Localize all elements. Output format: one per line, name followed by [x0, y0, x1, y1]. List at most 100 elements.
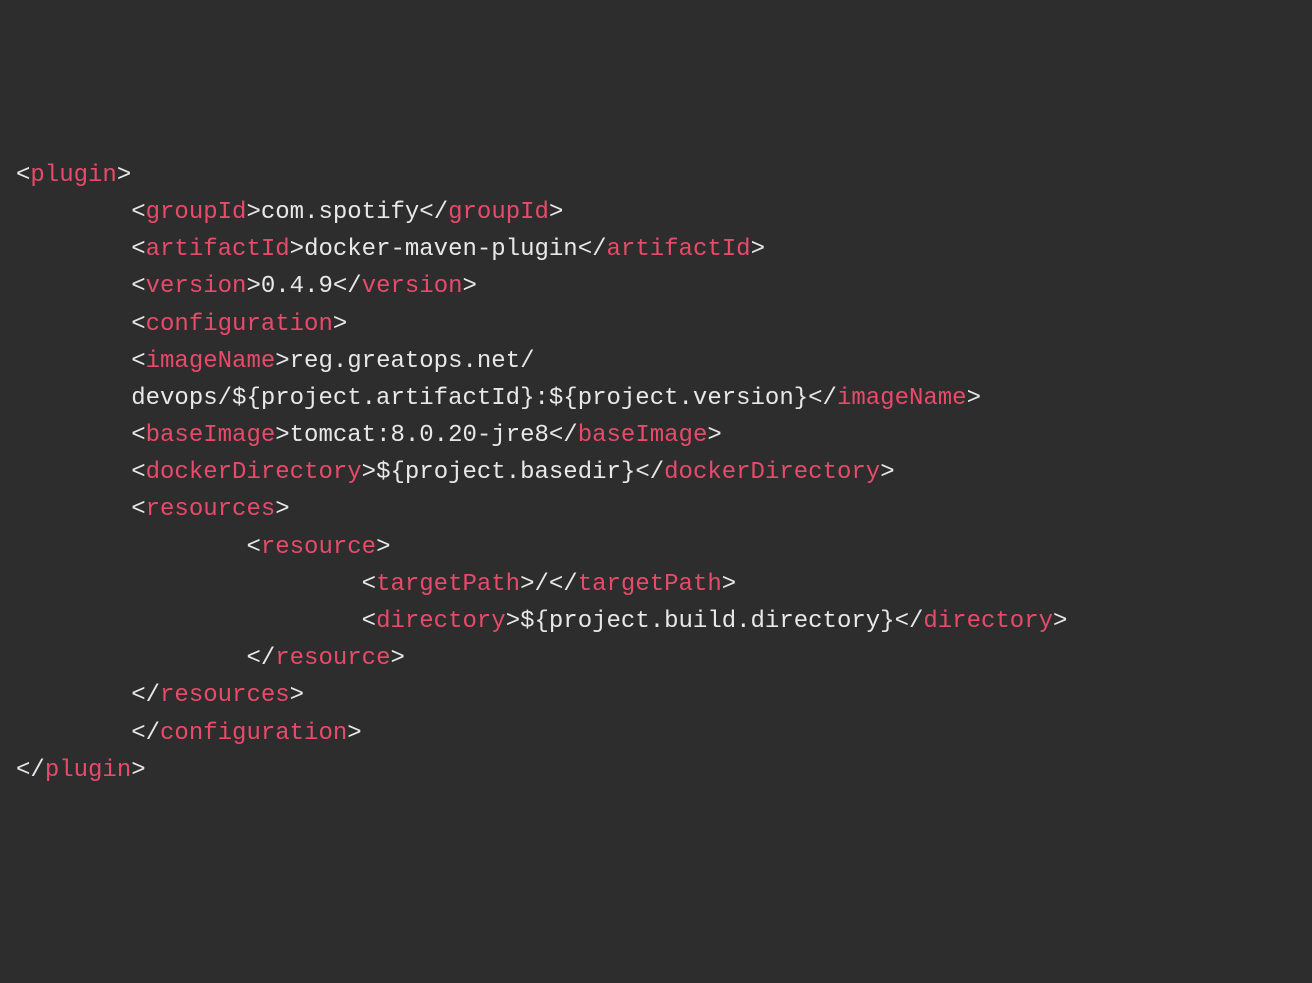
xml-tag-name: artifactId — [146, 236, 290, 263]
xml-punct: </ — [131, 682, 160, 709]
code-line: <directory>${project.build.directory}</d… — [16, 603, 1296, 640]
xml-punct: < — [131, 199, 145, 226]
xml-tag-name: directory — [376, 608, 506, 635]
code-line: <targetPath>/</targetPath> — [16, 566, 1296, 603]
xml-code-block: <plugin> <groupId>com.spotify</groupId> … — [16, 157, 1296, 789]
xml-tag-name: resources — [160, 682, 290, 709]
xml-tag-name: imageName — [146, 348, 276, 375]
xml-punct: </ — [419, 199, 448, 226]
xml-tag-name: imageName — [837, 385, 967, 412]
indent — [16, 199, 131, 226]
xml-punct: > — [549, 199, 563, 226]
indent — [16, 311, 131, 338]
xml-punct: < — [246, 534, 260, 561]
xml-text: 0.4.9 — [261, 273, 333, 300]
xml-punct: </ — [808, 385, 837, 412]
xml-punct: < — [131, 422, 145, 449]
xml-text: ${project.basedir} — [376, 459, 635, 486]
xml-tag-name: resource — [261, 534, 376, 561]
code-line: <plugin> — [16, 157, 1296, 194]
xml-tag-name: resources — [146, 496, 276, 523]
code-line: </plugin> — [16, 752, 1296, 789]
code-line: <version>0.4.9</version> — [16, 268, 1296, 305]
indent — [16, 385, 131, 412]
code-line: devops/${project.artifactId}:${project.v… — [16, 380, 1296, 417]
xml-punct: < — [16, 162, 30, 189]
xml-punct: > — [117, 162, 131, 189]
indent — [16, 682, 131, 709]
xml-tag-name: directory — [923, 608, 1053, 635]
xml-text: reg.greatops.net/ — [290, 348, 535, 375]
xml-punct: > — [131, 757, 145, 784]
xml-punct: </ — [131, 720, 160, 747]
indent — [16, 236, 131, 263]
xml-punct: < — [131, 236, 145, 263]
xml-tag-name: plugin — [45, 757, 131, 784]
xml-text: / — [535, 571, 549, 598]
xml-punct: </ — [895, 608, 924, 635]
code-line: <configuration> — [16, 306, 1296, 343]
xml-punct: > — [275, 348, 289, 375]
xml-text: docker-maven-plugin — [304, 236, 578, 263]
code-line: <imageName>reg.greatops.net/ — [16, 343, 1296, 380]
code-line: <artifactId>docker-maven-plugin</artifac… — [16, 231, 1296, 268]
xml-punct: > — [290, 236, 304, 263]
xml-tag-name: artifactId — [607, 236, 751, 263]
code-line: </resources> — [16, 677, 1296, 714]
xml-punct: > — [463, 273, 477, 300]
code-line: </configuration> — [16, 715, 1296, 752]
xml-tag-name: configuration — [146, 311, 333, 338]
xml-punct: > — [275, 496, 289, 523]
xml-tag-name: groupId — [448, 199, 549, 226]
xml-text: ${project.build.directory} — [520, 608, 894, 635]
indent — [16, 496, 131, 523]
xml-punct: > — [246, 199, 260, 226]
xml-punct: < — [131, 311, 145, 338]
xml-punct: </ — [578, 236, 607, 263]
indent — [16, 422, 131, 449]
xml-text: tomcat:8.0.20-jre8 — [290, 422, 549, 449]
xml-punct: > — [290, 682, 304, 709]
xml-punct: < — [131, 273, 145, 300]
xml-tag-name: resource — [275, 645, 390, 672]
xml-punct: > — [333, 311, 347, 338]
xml-tag-name: configuration — [160, 720, 347, 747]
indent — [16, 720, 131, 747]
xml-punct: </ — [549, 571, 578, 598]
xml-punct: > — [880, 459, 894, 486]
xml-tag-name: dockerDirectory — [664, 459, 880, 486]
code-line: <resources> — [16, 491, 1296, 528]
xml-text: devops/${project.artifactId}:${project.v… — [131, 385, 808, 412]
xml-punct: > — [707, 422, 721, 449]
indent — [16, 348, 131, 375]
xml-punct: < — [131, 496, 145, 523]
xml-tag-name: baseImage — [146, 422, 276, 449]
xml-punct: > — [390, 645, 404, 672]
xml-tag-name: plugin — [30, 162, 116, 189]
xml-punct: > — [506, 608, 520, 635]
xml-punct: > — [967, 385, 981, 412]
xml-punct: > — [722, 571, 736, 598]
indent — [16, 608, 362, 635]
code-line: </resource> — [16, 640, 1296, 677]
xml-text: com.spotify — [261, 199, 419, 226]
xml-punct: </ — [549, 422, 578, 449]
code-line: <groupId>com.spotify</groupId> — [16, 194, 1296, 231]
xml-punct: < — [362, 571, 376, 598]
xml-punct: > — [520, 571, 534, 598]
indent — [16, 459, 131, 486]
indent — [16, 273, 131, 300]
xml-punct: < — [131, 459, 145, 486]
indent — [16, 571, 362, 598]
xml-punct: > — [246, 273, 260, 300]
xml-punct: > — [362, 459, 376, 486]
xml-punct: < — [362, 608, 376, 635]
code-line: <baseImage>tomcat:8.0.20-jre8</baseImage… — [16, 417, 1296, 454]
xml-tag-name: targetPath — [376, 571, 520, 598]
xml-tag-name: version — [362, 273, 463, 300]
indent — [16, 645, 246, 672]
xml-punct: > — [751, 236, 765, 263]
xml-tag-name: targetPath — [578, 571, 722, 598]
xml-punct: </ — [246, 645, 275, 672]
xml-tag-name: baseImage — [578, 422, 708, 449]
